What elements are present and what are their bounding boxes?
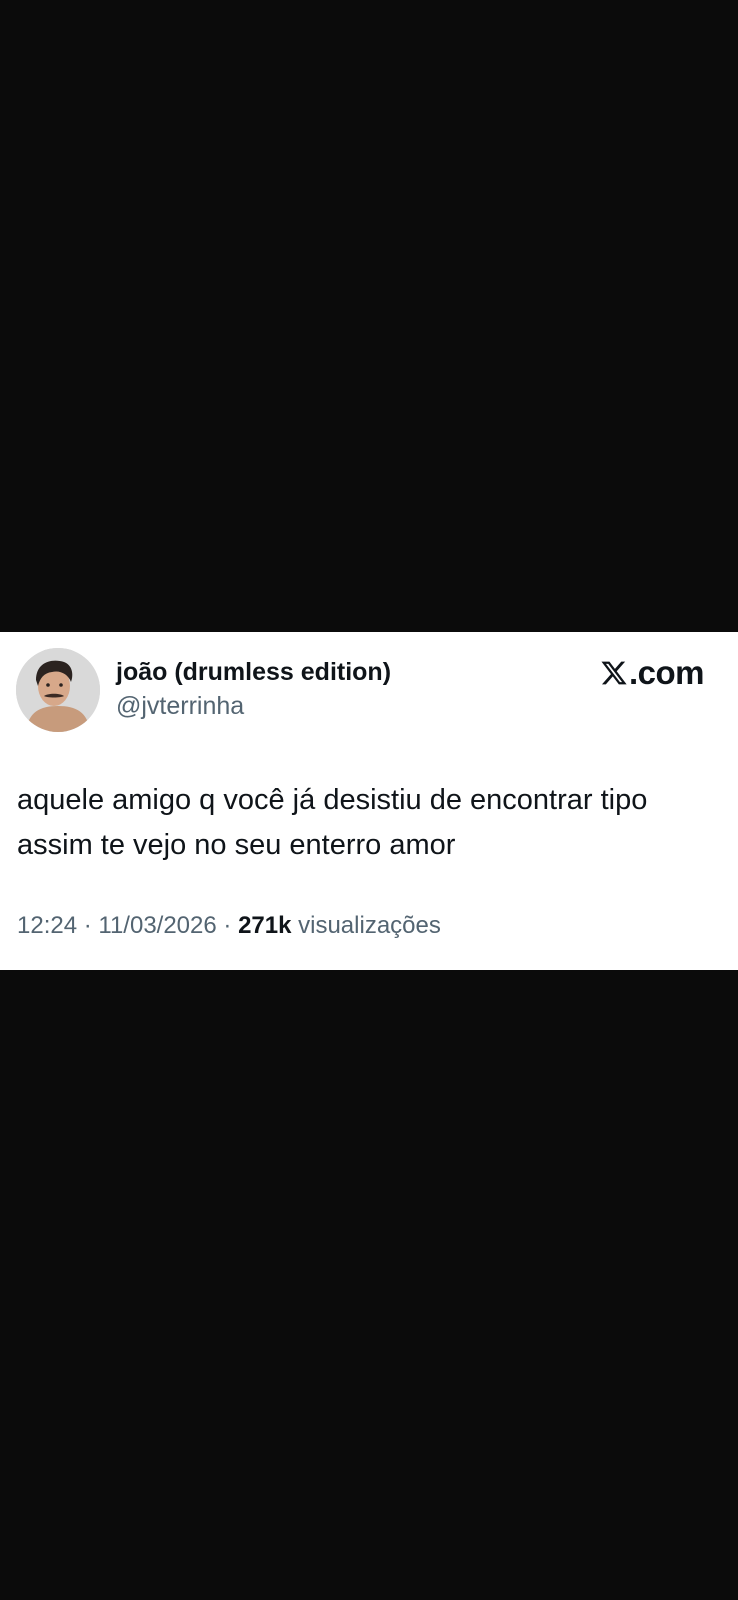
meta-separator: · <box>77 912 99 939</box>
tweet-text: aquele amigo q você já desistiu de encon… <box>17 778 717 868</box>
user-handle[interactable]: @jvterrinha <box>116 692 244 721</box>
x-logo-icon <box>601 661 627 685</box>
views-count: 271k <box>238 912 292 939</box>
tweet-card[interactable]: joão (drumless edition) @jvterrinha .com… <box>0 632 738 970</box>
tweet-meta: 12:24 · 11/03/2026 · 271k visualizações <box>17 912 441 940</box>
x-brand: .com <box>600 654 705 692</box>
brand-domain-text: .com <box>628 654 705 691</box>
tweet-text-line: aquele amigo q você já desistiu de encon… <box>17 784 648 816</box>
avatar[interactable] <box>16 648 100 732</box>
tweet-text-line: assim te vejo no seu enterro amor <box>17 829 456 861</box>
display-name[interactable]: joão (drumless edition) <box>116 658 391 687</box>
meta-separator: · <box>216 912 239 939</box>
tweet-date[interactable]: 11/03/2026 <box>98 912 216 939</box>
views-label: visualizações <box>298 912 441 939</box>
avatar-photo <box>16 648 100 732</box>
tweet-time[interactable]: 12:24 <box>17 912 77 939</box>
screen: joão (drumless edition) @jvterrinha .com… <box>0 0 738 1600</box>
